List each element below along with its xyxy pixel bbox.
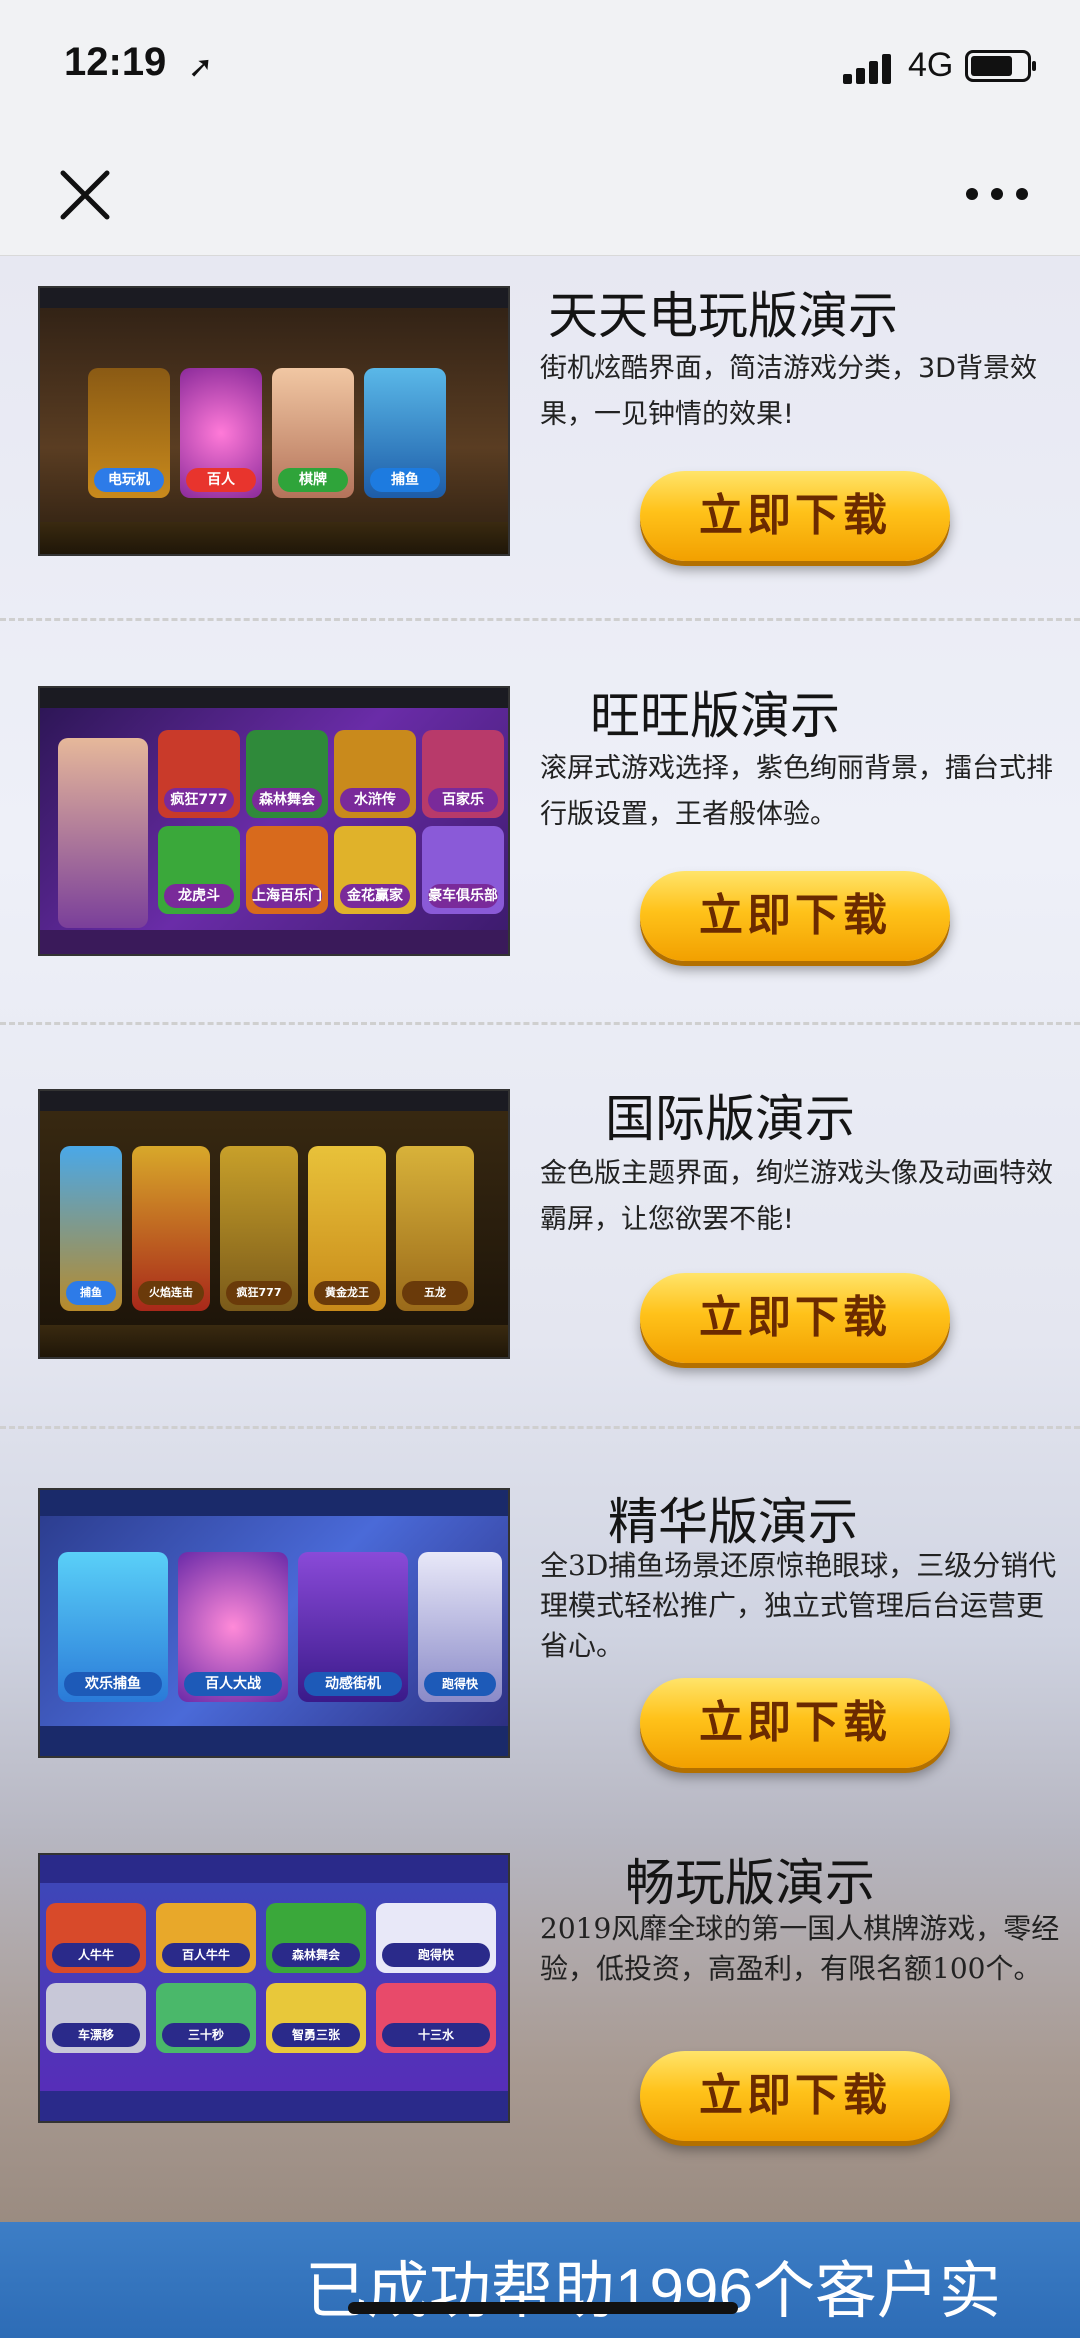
download-button[interactable]: 立即下载 <box>640 471 950 561</box>
thumb-label: 百人牛牛 <box>162 1943 250 1967</box>
banner-text: 已成功帮助1996个客户实 <box>305 2257 1001 2326</box>
thumb-label: 龙虎斗 <box>164 884 234 908</box>
card-title: 畅玩版演示 <box>625 1854 875 1912</box>
download-button[interactable]: 立即下载 <box>640 1678 950 1768</box>
card-changwan: 人牛牛 百人牛牛 森林舞会 跑得快 车漂移 三十秒 智勇三张 十三水 畅玩版演示… <box>0 1831 1080 2231</box>
thumb-label: 水浒传 <box>340 788 410 812</box>
thumb-label: 跑得快 <box>382 1943 490 1967</box>
thumb-label: 金花赢家 <box>340 884 410 908</box>
card-guoji: 捕鱼 火焰连击 疯狂777 黄金龙王 五龙 国际版演示 金色版主题界面，绚烂游戏… <box>0 1061 1080 1461</box>
game-screenshot[interactable]: 欢乐捕鱼 百人大战 动感街机 跑得快 <box>38 1488 510 1758</box>
card-description: 滚屏式游戏选择，紫色绚丽背景，擂台式排行版设置，王者般体验。 <box>540 753 1053 830</box>
thumb-label: 疯狂777 <box>226 1281 292 1305</box>
thumb-label: 捕鱼 <box>66 1281 116 1305</box>
download-button[interactable]: 立即下载 <box>640 2051 950 2141</box>
battery-icon <box>965 50 1036 82</box>
thumb-label: 百人大战 <box>184 1672 282 1696</box>
status-bar: 12:19 ➚ 4G <box>0 0 1080 135</box>
thumb-label: 森林舞会 <box>272 1943 360 1967</box>
card-title: 精华版演示 <box>608 1493 858 1551</box>
signal-icon <box>843 52 895 84</box>
card-title: 天天电玩版演示 <box>548 287 898 345</box>
thumb-label: 上海百乐门 <box>252 884 322 908</box>
nav-bar <box>0 135 1080 256</box>
thumb-label: 火焰连击 <box>138 1281 204 1305</box>
divider <box>0 1022 1080 1025</box>
download-button[interactable]: 立即下载 <box>640 871 950 961</box>
bottom-banner: 已成功帮助1996个客户实 <box>0 2222 1080 2338</box>
thumb-label: 百家乐 <box>428 788 498 812</box>
thumb-label: 森林舞会 <box>252 788 322 812</box>
thumb-label: 黄金龙王 <box>314 1281 380 1305</box>
card-title: 旺旺版演示 <box>590 687 840 745</box>
game-screenshot[interactable]: 电玩机 百人 棋牌 捕鱼 <box>38 286 510 556</box>
card-description: 2019风靡全球的第一国人棋牌游戏，零经验，低投资，高盈利，有限名额100个。 <box>540 1912 1060 1985</box>
more-icon[interactable] <box>962 179 1032 209</box>
status-time: 12:19 <box>64 40 167 84</box>
game-screenshot[interactable]: 疯狂777 森林舞会 水浒传 百家乐 龙虎斗 上海百乐门 金花赢家 豪车俱乐部 <box>38 686 510 956</box>
thumb-label: 捕鱼 <box>370 468 440 492</box>
close-icon[interactable] <box>55 165 115 225</box>
divider <box>0 1426 1080 1429</box>
location-arrow-icon: ➚ <box>188 50 214 85</box>
thumb-label: 五龙 <box>402 1281 468 1305</box>
card-title: 国际版演示 <box>605 1090 855 1148</box>
thumb-label: 棋牌 <box>278 468 348 492</box>
divider <box>0 618 1080 621</box>
thumb-label: 跑得快 <box>424 1672 496 1696</box>
thumb-label: 欢乐捕鱼 <box>64 1672 162 1696</box>
thumb-label: 人牛牛 <box>52 1943 140 1967</box>
home-indicator[interactable] <box>348 2302 738 2314</box>
card-description: 全3D捕鱼场景还原惊艳眼球，三级分销代理模式轻松推广，独立式管理后台运营更省心。 <box>540 1549 1057 1662</box>
card-description: 街机炫酷界面，简洁游戏分类，3D背景效果，一见钟情的效果! <box>540 353 1037 430</box>
thumb-label: 疯狂777 <box>164 788 234 812</box>
thumb-label: 动感街机 <box>304 1672 402 1696</box>
card-wangwang: 疯狂777 森林舞会 水浒传 百家乐 龙虎斗 上海百乐门 金花赢家 豪车俱乐部 … <box>0 656 1080 1056</box>
thumb-label: 十三水 <box>382 2023 490 2047</box>
card-tiantian: 电玩机 百人 棋牌 捕鱼 天天电玩版演示 街机炫酷界面，简洁游戏分类，3D背景效… <box>0 256 1080 656</box>
thumb-label: 豪车俱乐部 <box>428 884 498 908</box>
game-screenshot[interactable]: 人牛牛 百人牛牛 森林舞会 跑得快 车漂移 三十秒 智勇三张 十三水 <box>38 1853 510 2123</box>
content-area: 电玩机 百人 棋牌 捕鱼 天天电玩版演示 街机炫酷界面，简洁游戏分类，3D背景效… <box>0 256 1080 2226</box>
card-jinghua: 欢乐捕鱼 百人大战 动感街机 跑得快 精华版演示 全3D捕鱼场景还原惊艳眼球，三… <box>0 1466 1080 1866</box>
thumb-label: 车漂移 <box>52 2023 140 2047</box>
card-description: 金色版主题界面，绚烂游戏头像及动画特效霸屏，让您欲罢不能! <box>540 1158 1053 1235</box>
network-type: 4G <box>908 46 954 84</box>
game-screenshot[interactable]: 捕鱼 火焰连击 疯狂777 黄金龙王 五龙 <box>38 1089 510 1359</box>
thumb-label: 电玩机 <box>94 468 164 492</box>
thumb-label: 三十秒 <box>162 2023 250 2047</box>
thumb-label: 百人 <box>186 468 256 492</box>
download-button[interactable]: 立即下载 <box>640 1273 950 1363</box>
thumb-label: 智勇三张 <box>272 2023 360 2047</box>
